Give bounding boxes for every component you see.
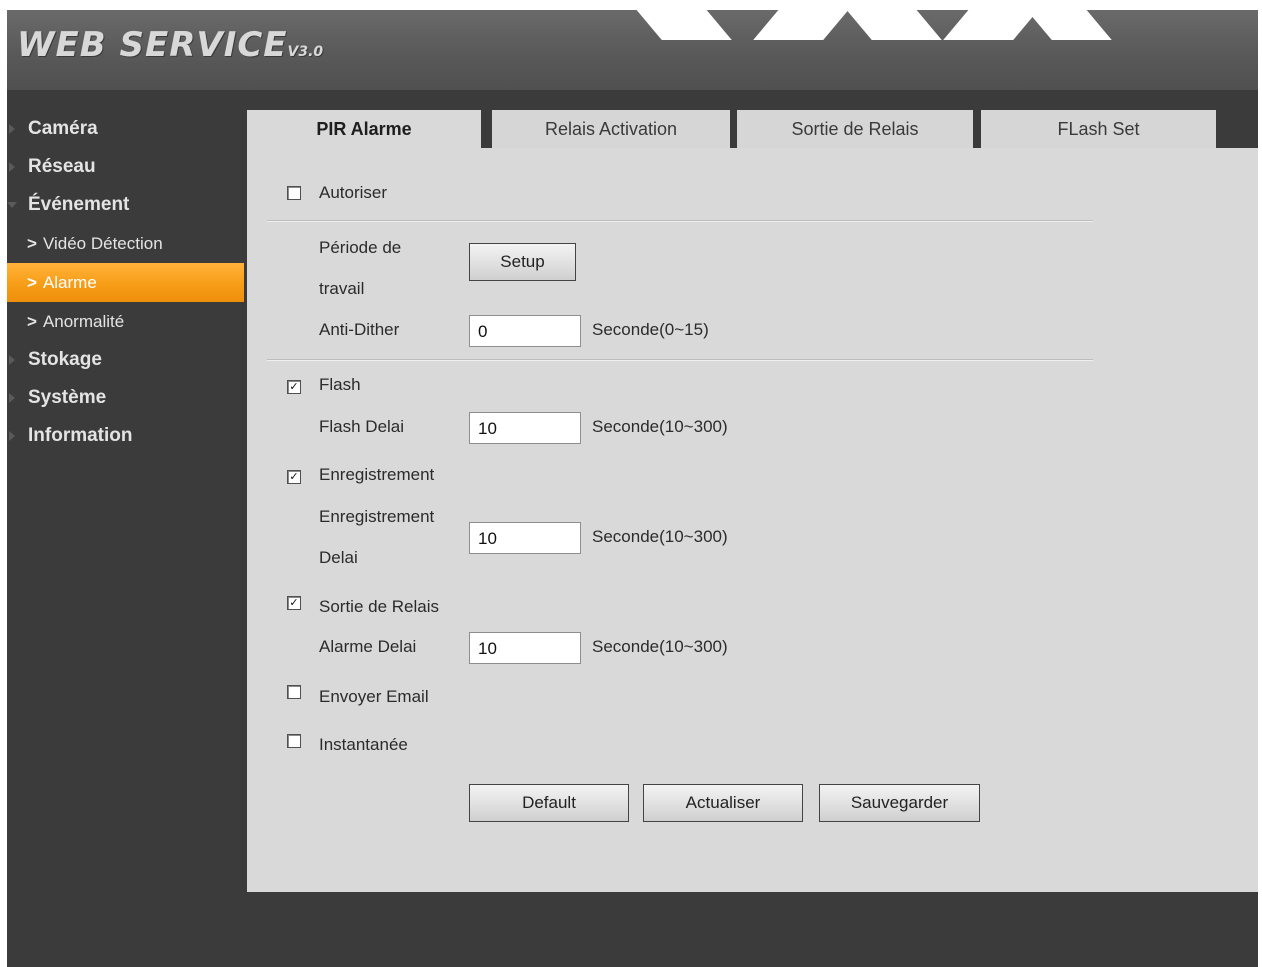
settings-panel: Autoriser Période de travail Setup Anti-… [247,148,1258,892]
sidebar-subitem-alarme[interactable]: > Alarme [7,263,244,302]
sidebar-item-label: Réseau [28,156,96,177]
sidebar-subitem-video-detection[interactable]: > Vidéo Détection [7,224,245,263]
divider [267,359,1093,361]
enregistrement-checkbox[interactable]: ✓ [287,470,301,484]
setup-button[interactable]: Setup [469,243,576,281]
divider [267,220,1093,222]
chevron-right-icon: > [27,312,37,331]
flash-delai-unit: Seconde(10~300) [592,417,728,436]
tab-pir-alarme[interactable]: PIR Alarme [247,110,481,148]
sidebar-subitem-anormalite[interactable]: > Anormalité [7,302,245,341]
autoriser-label: Autoriser [319,183,388,202]
flash-label: Flash [319,375,361,394]
flash-delai-label: Flash Delai [319,417,405,436]
enregistrement-delai-label-line2: Delai [319,548,358,567]
sortie-relais-checkbox[interactable]: ✓ [287,596,301,610]
sidebar-item-reseau[interactable]: Réseau [7,148,245,186]
triangle-right-icon [9,162,15,172]
instantanee-label: Instantanée [319,735,408,754]
instantanee-checkbox[interactable] [287,734,301,748]
tab-bar: PIR Alarme Relais Activation Sortie de R… [247,110,1258,148]
anti-dither-label: Anti-Dither [319,320,400,339]
envoyer-email-label: Envoyer Email [319,687,429,706]
alarme-delai-unit: Seconde(10~300) [592,637,728,656]
sidebar-item-information[interactable]: Information [7,417,245,455]
triangle-right-icon [9,393,15,403]
sauvegarder-button[interactable]: Sauvegarder [819,784,980,822]
sidebar-item-label: Information [28,425,133,446]
enregistrement-delai-unit: Seconde(10~300) [592,527,728,546]
sidebar-subitem-label: Anormalité [42,312,125,331]
tab-relais-activation[interactable]: Relais Activation [492,110,730,148]
logo-text: WEB SERVICE [17,25,288,65]
sidebar-item-evenement[interactable]: Événement [7,186,245,224]
alarme-delai-input[interactable]: 10 [469,632,581,664]
anti-dither-input[interactable]: 0 [469,315,581,347]
logo-version: V3.0 [287,44,324,60]
flash-delai-input[interactable]: 10 [469,412,581,444]
alarme-delai-label: Alarme Delai [319,637,417,656]
chevron-right-icon: > [27,234,37,253]
anti-dither-unit: Seconde(0~15) [592,320,709,339]
flash-checkbox[interactable]: ✓ [287,380,301,394]
sidebar-item-label: Événement [28,194,130,215]
sidebar-item-camera[interactable]: Caméra [7,110,245,148]
sidebar-item-stokage[interactable]: Stokage [7,341,245,379]
sidebar-subitem-label: Alarme [42,273,97,292]
periode-label-line1: Période de [319,238,402,257]
tab-sortie-de-relais[interactable]: Sortie de Relais [737,110,973,148]
triangle-right-icon [9,431,15,441]
sidebar: Caméra Réseau Événement > Vidéo Détection… [7,110,245,455]
periode-label-line2: travail [319,279,365,298]
enregistrement-label: Enregistrement [319,465,435,484]
sidebar-item-label: Caméra [28,118,98,139]
tab-flash-set[interactable]: FLash Set [981,110,1216,148]
chevron-right-icon: > [27,273,37,292]
sortie-relais-label: Sortie de Relais [319,597,440,616]
actualiser-button[interactable]: Actualiser [643,784,803,822]
triangle-right-icon [9,355,15,365]
app-window: WEB SERVICEV3.0 Caméra Réseau Événement … [7,10,1258,967]
sidebar-item-label: Système [28,387,107,408]
triangle-down-icon [7,202,17,208]
envoyer-email-checkbox[interactable] [287,685,301,699]
sidebar-item-label: Stokage [28,349,102,370]
autoriser-checkbox[interactable] [287,186,301,200]
enregistrement-delai-label-line1: Enregistrement [319,507,435,526]
sidebar-item-systeme[interactable]: Système [7,379,245,417]
logo: WEB SERVICEV3.0 [17,25,323,65]
enregistrement-delai-input[interactable]: 10 [469,522,581,554]
default-button[interactable]: Default [469,784,629,822]
sidebar-subitem-label: Vidéo Détection [42,234,163,253]
triangle-right-icon [9,124,15,134]
